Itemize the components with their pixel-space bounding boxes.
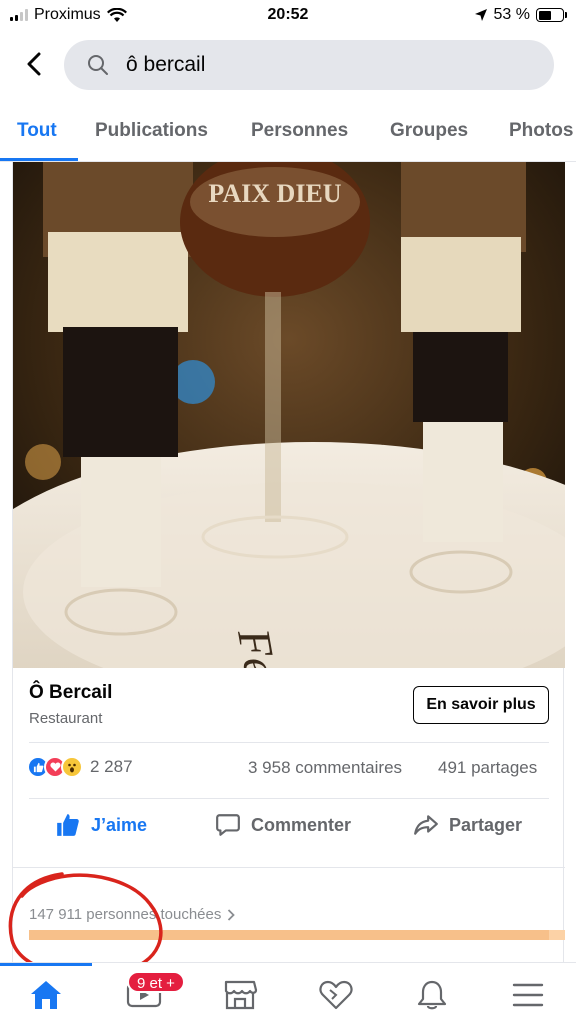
chevron-right-icon: [228, 908, 236, 921]
divider: [29, 742, 549, 743]
comments-count[interactable]: 3 958 commentaires: [248, 758, 402, 778]
search-input[interactable]: [126, 53, 506, 77]
tab-posts[interactable]: Publications: [95, 120, 208, 142]
divider: [29, 798, 549, 799]
search-tabs: Tout Publications Personnes Groupes Phot…: [0, 106, 576, 162]
search-header: [0, 36, 576, 92]
notifications-bell-icon: [417, 980, 447, 1010]
dating-heart-icon: [319, 980, 353, 1010]
learn-more-button[interactable]: En savoir plus: [413, 686, 549, 724]
comment-icon: [216, 814, 240, 836]
nav-home[interactable]: [26, 977, 66, 1013]
share-button[interactable]: Partager: [413, 812, 522, 838]
home-icon: [31, 981, 61, 1009]
nav-notifications[interactable]: [412, 977, 452, 1013]
nav-menu[interactable]: [508, 977, 548, 1013]
page-name[interactable]: Ô Bercail: [29, 682, 112, 704]
comment-button[interactable]: Commenter: [215, 812, 351, 838]
thumbs-up-icon: [57, 814, 79, 836]
reactions-summary[interactable]: 2 287: [27, 756, 133, 778]
glass-logo-text: PAIX DIEU: [208, 179, 341, 208]
notification-badge: 9 et +: [127, 971, 185, 993]
marketplace-icon: [224, 980, 258, 1010]
like-button-label: J’aime: [91, 814, 148, 835]
status-right: 53 %: [474, 6, 567, 24]
comment-button-label: Commenter: [251, 814, 352, 835]
tab-photos[interactable]: Photos: [509, 120, 573, 142]
share-button-label: Partager: [449, 814, 523, 835]
location-arrow-icon: [474, 9, 487, 21]
shares-count[interactable]: 491 partages: [438, 758, 537, 778]
tab-people[interactable]: Personnes: [251, 120, 348, 142]
tab-all[interactable]: Tout: [17, 120, 57, 142]
tab-groups[interactable]: Groupes: [390, 120, 468, 142]
bottom-navigation: 9 et +: [0, 962, 576, 1024]
share-arrow-icon: [414, 815, 438, 835]
battery-percent: 53 %: [493, 6, 530, 23]
like-button[interactable]: J’aime: [55, 812, 147, 838]
post-photo[interactable]: Feuil PAIX DIEU: [13, 162, 565, 668]
active-tab-indicator: [0, 158, 78, 161]
page-category: Restaurant: [29, 710, 103, 727]
nav-marketplace[interactable]: [220, 977, 260, 1013]
page-result-card: Feuil PAIX DIEU Ô Bercail Restaurant En …: [12, 162, 565, 972]
search-icon: [88, 55, 108, 75]
back-arrow-icon: [27, 52, 41, 76]
back-button[interactable]: [18, 48, 50, 80]
wow-reaction-icon: [61, 756, 83, 778]
search-box[interactable]: [64, 40, 554, 90]
status-bar: Proximus 20:52 53 %: [0, 0, 576, 30]
active-nav-indicator: [0, 963, 92, 966]
menu-icon: [512, 983, 544, 1007]
reactions-count: 2 287: [90, 757, 133, 776]
nav-dating[interactable]: [316, 977, 356, 1013]
battery-icon: [536, 8, 567, 22]
